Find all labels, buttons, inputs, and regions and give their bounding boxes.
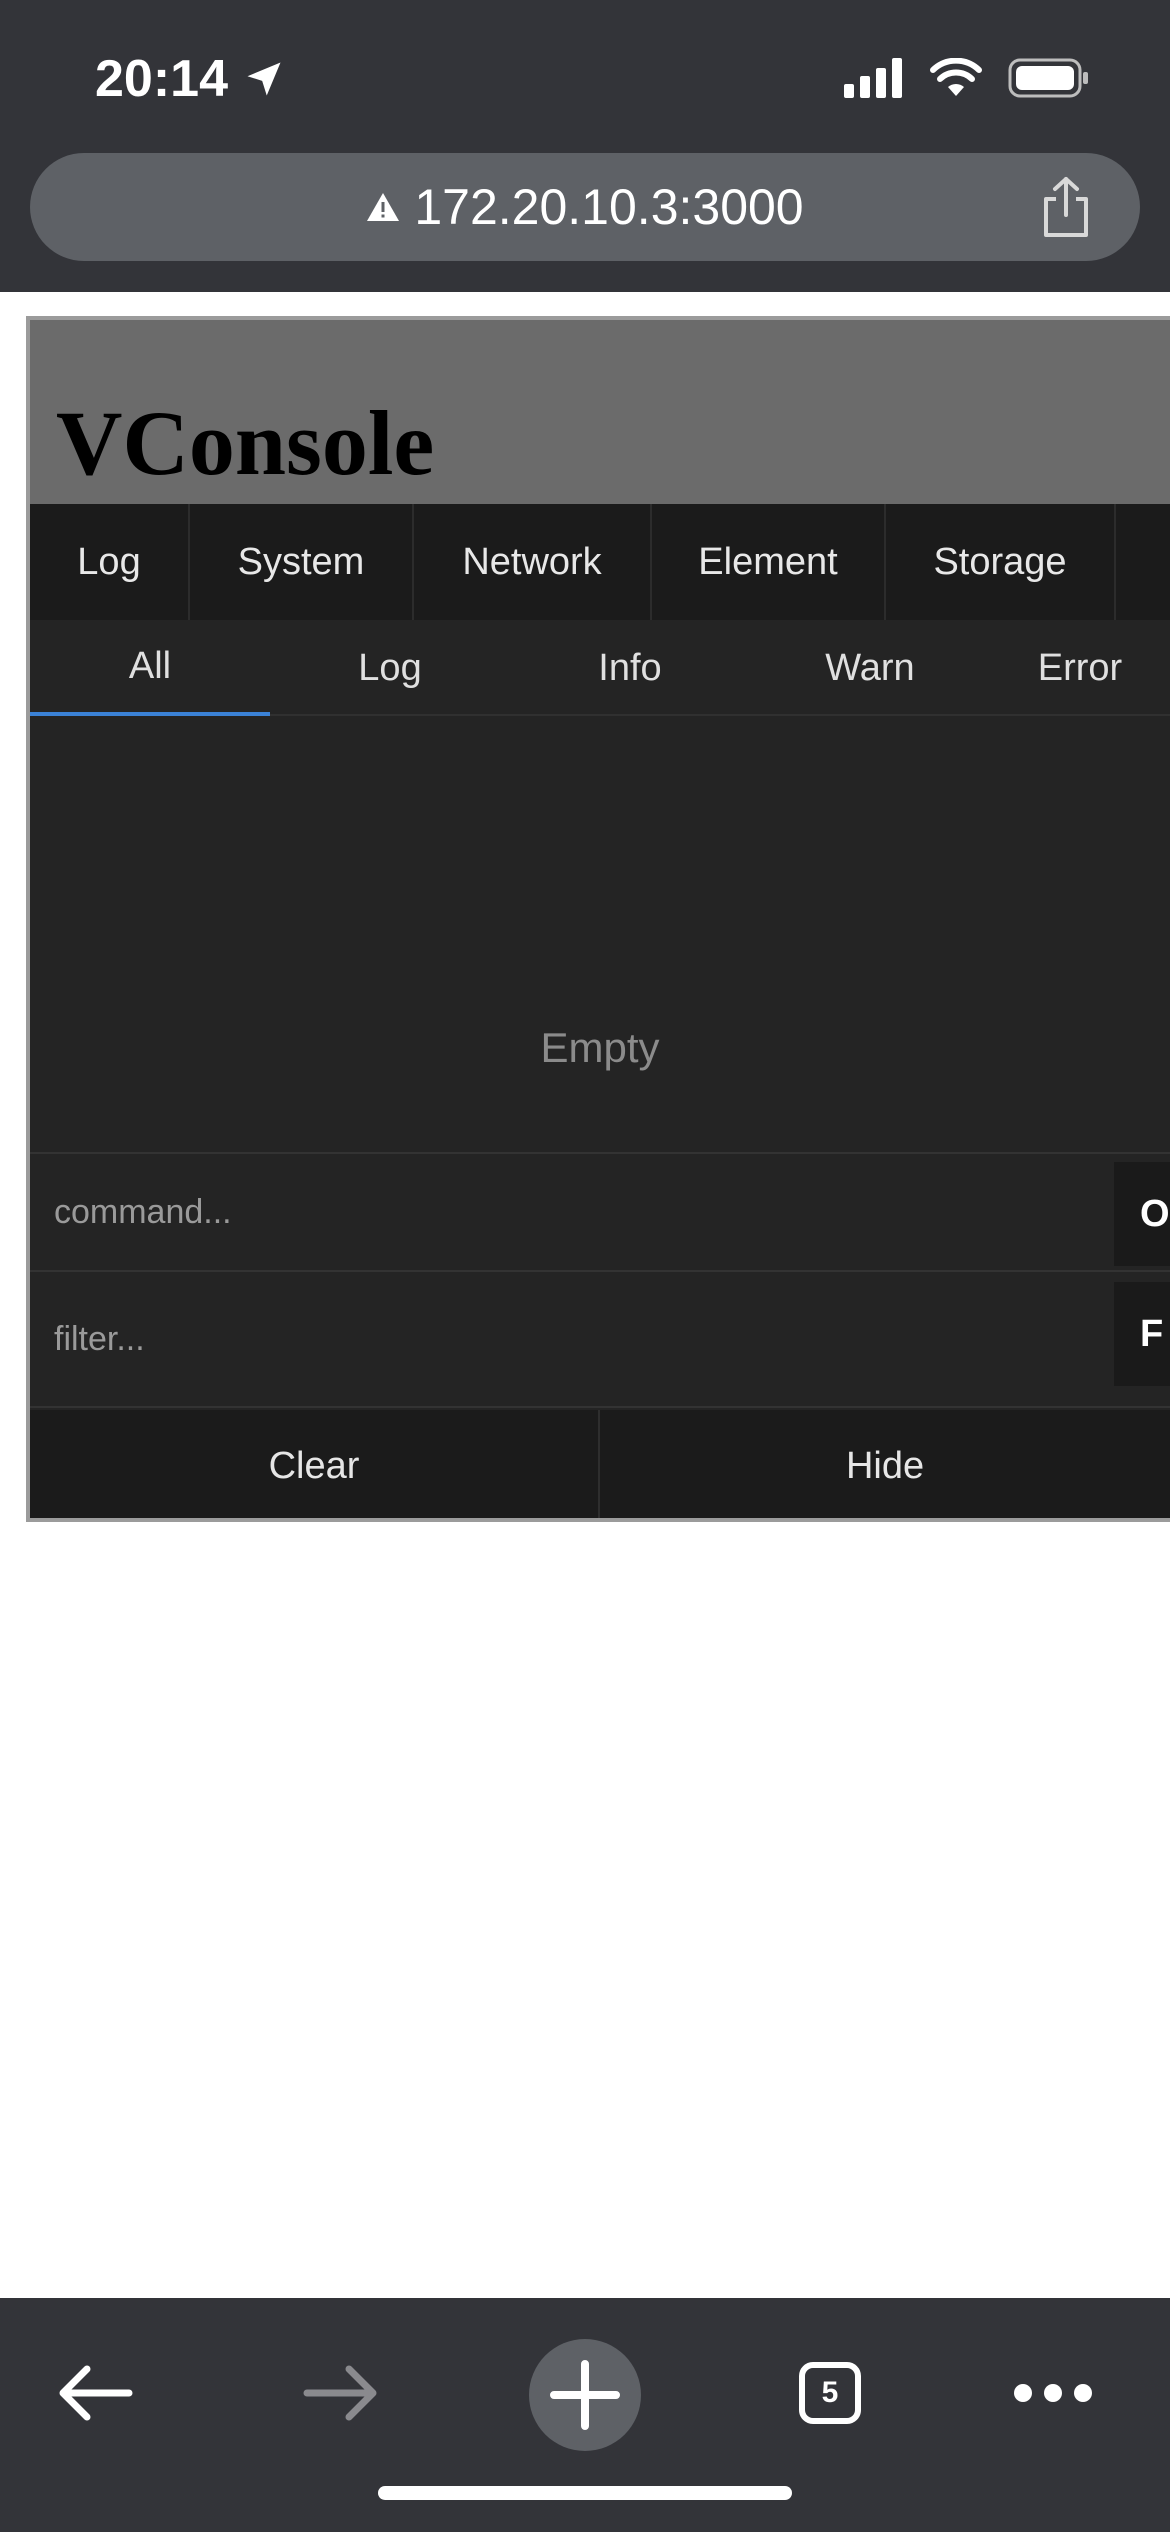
tab-network[interactable]: Network [414, 504, 652, 620]
tab-element[interactable]: Element [652, 504, 886, 620]
arrow-right-icon [303, 2365, 377, 2421]
tab-count: 5 [821, 2376, 839, 2409]
warning-icon [367, 193, 400, 221]
share-icon [1044, 177, 1088, 237]
status-time-text: 20:14 [95, 50, 228, 108]
battery-icon [1008, 58, 1088, 98]
arrow-left-icon [59, 2365, 133, 2421]
hide-button[interactable]: Hide [600, 1410, 1170, 1518]
browser-top-chrome: 20:14 172.20.10.3:3000 [0, 0, 1170, 292]
tab-storage[interactable]: Storage [886, 504, 1116, 620]
forward-button[interactable] [276, 2328, 406, 2458]
vconsole-panel: VConsole Log System Network Element Stor… [26, 316, 1170, 1522]
vconsole-footer: Clear Hide [30, 1410, 1170, 1518]
subtab-error[interactable]: Error [990, 620, 1170, 716]
tab-system[interactable]: System [190, 504, 414, 620]
command-ok-button[interactable]: O [1114, 1162, 1170, 1266]
subtab-log[interactable]: Log [270, 620, 510, 716]
location-arrow-icon [247, 62, 281, 96]
subtab-all[interactable]: All [30, 620, 270, 716]
vconsole-header: VConsole [30, 320, 1170, 504]
new-tab-button[interactable] [520, 2330, 650, 2460]
subtab-warn[interactable]: Warn [750, 620, 990, 716]
filter-row: F [30, 1272, 1170, 1408]
tab-count-icon: 5 [799, 2362, 861, 2424]
log-output-area: Empty [30, 716, 1170, 1154]
status-time: 20:14 [95, 44, 286, 114]
empty-state-text: Empty [540, 1024, 660, 1071]
url-text: 172.20.10.3:3000 [414, 179, 804, 235]
wifi-icon [930, 58, 982, 96]
share-button[interactable] [1036, 175, 1096, 239]
more-dots-icon [1014, 2384, 1092, 2402]
plus-circle-icon [529, 2339, 641, 2451]
cellular-signal-icon [844, 58, 902, 98]
filter-input[interactable] [30, 1272, 1110, 1406]
vconsole-tabs: Log System Network Element Storage [30, 504, 1170, 620]
page-title: VConsole [56, 392, 435, 494]
url-display[interactable]: 172.20.10.3:3000 [30, 153, 1140, 261]
command-row: O [30, 1154, 1170, 1272]
status-icons [844, 52, 1090, 104]
more-menu-button[interactable] [988, 2328, 1118, 2458]
command-input[interactable] [30, 1154, 1110, 1270]
tab-switcher-button[interactable]: 5 [765, 2328, 895, 2458]
tab-log[interactable]: Log [30, 504, 190, 620]
back-button[interactable] [30, 2328, 160, 2458]
address-bar[interactable]: 172.20.10.3:3000 [30, 153, 1140, 261]
clear-button[interactable]: Clear [30, 1410, 601, 1518]
filter-button[interactable]: F [1114, 1282, 1170, 1386]
log-level-tabs: All Log Info Warn Error [30, 620, 1170, 716]
subtab-info[interactable]: Info [510, 620, 750, 716]
home-indicator [378, 2486, 792, 2500]
